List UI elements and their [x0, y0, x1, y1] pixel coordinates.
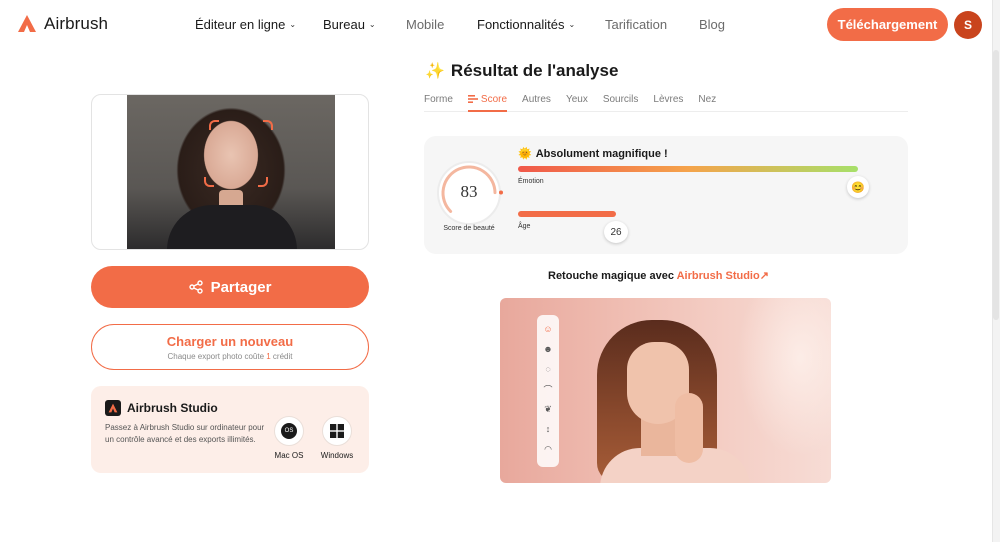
- arrow-up-right-icon: ↗: [759, 270, 769, 282]
- chevron-down-icon: ⌄: [568, 20, 576, 29]
- verdict-text: Absolument magnifique !: [535, 147, 668, 160]
- tab-label: Lèvres: [653, 94, 684, 105]
- analysis-tabs: Forme Score Autres Yeux Sourcils Lèvres …: [424, 94, 908, 112]
- scrollbar-thumb[interactable]: [993, 50, 999, 320]
- tab-label: Nez: [698, 94, 717, 105]
- credit-note-suffix: crédit: [270, 351, 293, 361]
- nav-item-label: Blog: [699, 17, 726, 32]
- studio-logo-icon: [105, 400, 121, 416]
- score-icon: [467, 95, 478, 103]
- macos-label: Mac OS: [274, 451, 304, 460]
- beauty-score-gauge: 83: [434, 158, 504, 228]
- tab-label: Yeux: [565, 94, 588, 105]
- studio-description: Passez à Airbrush Studio sur ordinateur …: [105, 423, 265, 444]
- retouch-tool-icon: ◌: [545, 364, 551, 374]
- brand-name: Airbrush: [44, 14, 109, 33]
- chevron-down-icon: ⌄: [289, 20, 297, 29]
- windows-label: Windows: [320, 451, 354, 460]
- smile-tool-icon: ☻: [543, 344, 553, 354]
- promo-text-prefix: Retouche magique avec: [548, 270, 677, 282]
- verdict: 🌞 Absolument magnifique !: [518, 147, 668, 161]
- studio-preview-image: ☺ ☻ ◌ ⌒ ❦ ↕ ◠: [500, 298, 831, 483]
- chevron-down-icon: ⌄: [368, 20, 376, 29]
- nav-item-fonctionnalites[interactable]: Fonctionnalités ⌄: [477, 17, 605, 32]
- avatar[interactable]: S: [954, 11, 982, 39]
- studio-title: Airbrush Studio: [127, 401, 218, 415]
- face-tool-icon: ☺: [543, 324, 553, 334]
- tab-label: Forme: [424, 94, 453, 105]
- share-icon: [188, 280, 203, 294]
- beauty-score-label: Score de beauté: [443, 225, 495, 232]
- upload-title: Charger un nouveau: [166, 333, 294, 349]
- emotion-label: Émotion: [518, 178, 544, 185]
- airbrush-studio-link[interactable]: Airbrush Studio↗: [677, 270, 769, 282]
- nav-item-mobile[interactable]: Mobile: [406, 17, 477, 32]
- download-button[interactable]: Téléchargement: [827, 8, 948, 41]
- page-title: ✨ Résultat de l'analyse: [425, 61, 618, 81]
- tab-score[interactable]: Score: [467, 94, 508, 112]
- tab-levres[interactable]: Lèvres: [653, 94, 683, 112]
- face-detect-corner: [263, 120, 273, 130]
- airbrush-logo-icon: [18, 15, 36, 32]
- nav-item-blog[interactable]: Blog: [699, 17, 725, 32]
- tab-label: Sourcils: [602, 94, 639, 105]
- tab-sourcils[interactable]: Sourcils: [603, 94, 639, 112]
- nav-item-bureau[interactable]: Bureau ⌄: [323, 17, 406, 32]
- sun-icon: 🌞: [518, 148, 532, 160]
- tab-label: Score: [480, 94, 508, 105]
- uploaded-photo: [127, 95, 335, 249]
- page-scrollbar[interactable]: [992, 0, 1000, 542]
- preview-tool-strip: ☺ ☻ ◌ ⌒ ❦ ↕ ◠: [537, 315, 559, 467]
- promo-heading: Retouche magique avec Airbrush Studio↗: [548, 269, 769, 282]
- studio-promo-card: Airbrush Studio Passez à Airbrush Studio…: [91, 386, 369, 473]
- uploaded-photo-card: [91, 94, 369, 250]
- hair-tool-icon: ❦: [544, 403, 552, 414]
- smile-icon: 😊: [847, 176, 869, 198]
- age-bar: [518, 211, 616, 217]
- face-detect-corner: [204, 177, 214, 187]
- windows-download-button[interactable]: Windows: [320, 416, 354, 460]
- tab-nez[interactable]: Nez: [698, 94, 716, 112]
- nav-item-editeur[interactable]: Éditeur en ligne ⌄: [195, 17, 323, 32]
- brand-logo[interactable]: Airbrush: [16, 13, 108, 35]
- nav-item-tarification[interactable]: Tarification: [605, 17, 699, 32]
- nav-item-label: Fonctionnalités: [477, 17, 565, 32]
- promo-link-label: Airbrush Studio: [676, 270, 760, 282]
- credit-note-prefix: Chaque export photo coûte: [167, 351, 267, 361]
- emotion-bar: [518, 166, 858, 172]
- reshape-tool-icon: ↕: [545, 424, 551, 434]
- share-label: Partager: [210, 278, 272, 296]
- share-button[interactable]: Partager: [91, 266, 369, 308]
- face-detect-corner: [258, 177, 268, 187]
- preview-hand: [675, 393, 703, 463]
- top-nav: Airbrush Éditeur en ligne ⌄ Bureau ⌄ Mobil…: [0, 0, 1000, 50]
- upload-credit-note: Chaque export photo coûte 1 crédit: [168, 352, 293, 361]
- face-detect-corner: [209, 120, 219, 130]
- macos-badge-text: OS: [281, 423, 297, 439]
- result-title-text: Résultat de l'analyse: [450, 61, 619, 80]
- score-card: 83 Score de beauté 🌞 Absolument magnifiq…: [424, 136, 908, 254]
- apple-icon: OS: [274, 416, 304, 446]
- macos-download-button[interactable]: OS Mac OS: [272, 416, 306, 460]
- lips-tool-icon: ◠: [544, 443, 552, 454]
- nav-item-label: Tarification: [605, 17, 668, 32]
- age-value: 26: [604, 221, 628, 243]
- studio-header: Airbrush Studio: [105, 400, 218, 416]
- age-label: Âge: [518, 223, 531, 230]
- tab-yeux[interactable]: Yeux: [566, 94, 588, 112]
- nav-item-label: Bureau: [323, 17, 365, 32]
- tab-autres[interactable]: Autres: [522, 94, 551, 112]
- tab-forme[interactable]: Forme: [424, 94, 453, 112]
- main-nav: Éditeur en ligne ⌄ Bureau ⌄ Mobile Fonctio…: [195, 17, 725, 32]
- photo-shirt: [167, 205, 297, 249]
- nav-item-label: Éditeur en ligne: [195, 17, 286, 32]
- tab-label: Autres: [522, 94, 551, 105]
- eye-tool-icon: ⌒: [543, 384, 553, 395]
- sparkle-icon: ✨: [425, 63, 445, 80]
- nav-item-label: Mobile: [406, 17, 445, 32]
- windows-icon: [322, 416, 352, 446]
- upload-new-button[interactable]: Charger un nouveau Chaque export photo c…: [91, 324, 369, 370]
- beauty-score-value: 83: [460, 182, 478, 201]
